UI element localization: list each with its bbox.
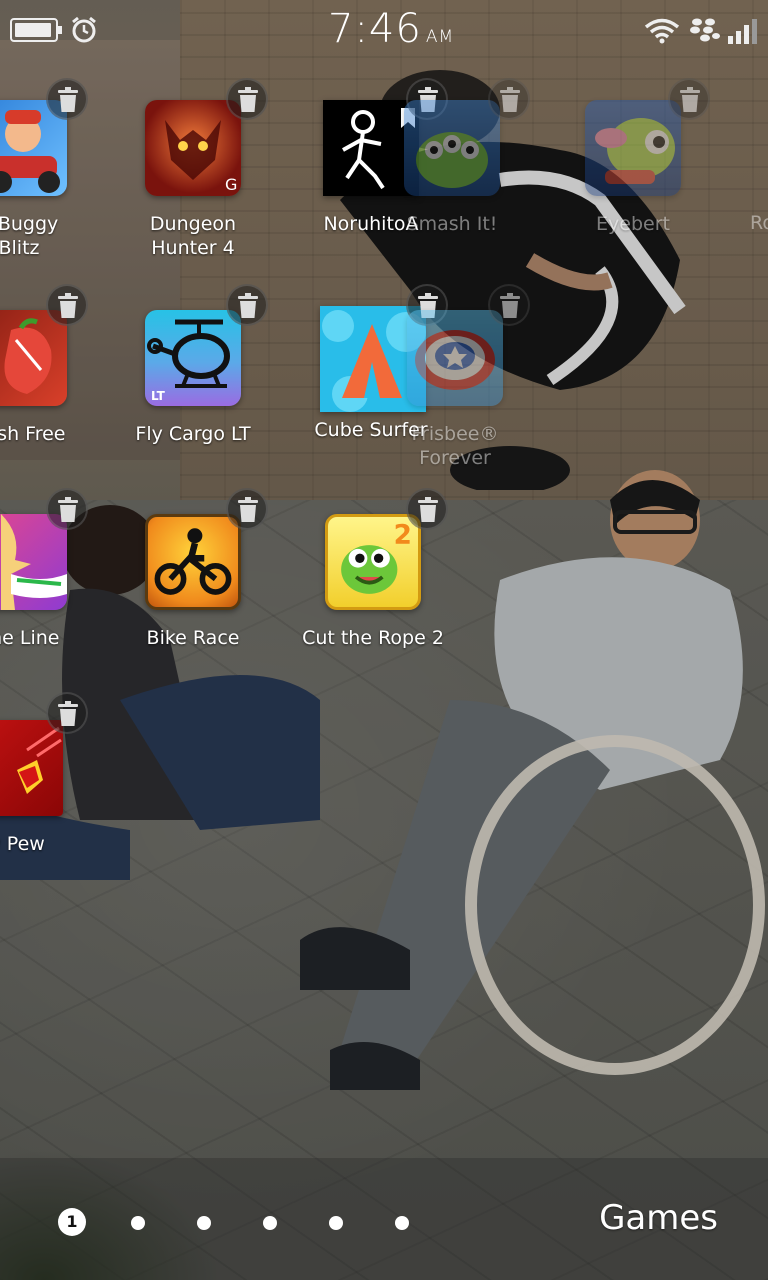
page-indicator-dot[interactable] xyxy=(131,1216,145,1230)
smash-it-icon xyxy=(404,100,500,196)
app-label: Bike Race xyxy=(146,627,240,649)
trash-icon xyxy=(58,87,78,112)
trash-icon xyxy=(58,293,78,318)
eyebert-icon xyxy=(585,100,681,196)
delete-app-button[interactable] xyxy=(668,78,710,120)
app-label: Smash It! xyxy=(406,213,498,235)
the-line-icon xyxy=(0,514,67,610)
delete-app-button[interactable] xyxy=(226,284,268,326)
delete-app-button[interactable] xyxy=(226,78,268,120)
wifi-icon xyxy=(644,18,680,44)
app-label[interactable]: Ro xyxy=(750,212,768,240)
page-indicator-dot[interactable] xyxy=(329,1216,343,1230)
trash-icon xyxy=(238,293,258,318)
svg-text:LT: LT xyxy=(151,389,166,403)
trash-icon xyxy=(58,701,78,726)
app-bike-race[interactable]: Bike Race xyxy=(118,514,268,664)
trash-icon xyxy=(418,497,438,522)
fruit-bash-icon xyxy=(0,310,67,406)
battery-level-fill xyxy=(15,23,51,37)
page-indicator-active[interactable]: 1 xyxy=(58,1208,86,1236)
app-cut-the-rope[interactable]: 2 Cut the Rope 2 xyxy=(298,514,448,664)
app-label: Eyebert xyxy=(596,213,670,235)
app-label: w Pew xyxy=(0,833,45,855)
app-label: Frisbee® Forever xyxy=(411,423,499,469)
bike-race-icon xyxy=(145,514,241,610)
clock-time: 7:46 xyxy=(328,6,422,52)
app-frisbee-forever[interactable]: Frisbee® Forever xyxy=(380,310,530,480)
app-smash-it[interactable]: Smash It! xyxy=(377,100,527,270)
app-dungeon-hunter[interactable]: G Dungeon Hunter 4 xyxy=(118,100,268,270)
trash-icon xyxy=(680,87,700,112)
signal-icon xyxy=(728,19,757,44)
delete-app-button[interactable] xyxy=(46,78,88,120)
page-indicator-dot[interactable] xyxy=(263,1216,277,1230)
frisbee-icon xyxy=(407,310,503,406)
delete-app-button[interactable] xyxy=(488,284,530,326)
trash-icon xyxy=(238,87,258,112)
trash-icon xyxy=(500,87,520,112)
pew-pew-icon xyxy=(0,720,63,816)
app-label: Cut the Rope 2 xyxy=(302,627,444,649)
dungeon-hunter-icon: G xyxy=(145,100,241,196)
delete-app-button[interactable] xyxy=(406,488,448,530)
delete-app-button[interactable] xyxy=(46,488,88,530)
trash-icon xyxy=(58,497,78,522)
alarm-icon xyxy=(72,16,96,43)
battery-icon xyxy=(10,18,62,42)
delete-app-button[interactable] xyxy=(488,78,530,120)
app-eyebert[interactable]: Eyebert xyxy=(558,100,708,270)
app-buggy-blitz[interactable]: n Buggy Blitz xyxy=(0,100,94,270)
app-fruit-bash[interactable]: Bash Free xyxy=(0,310,94,460)
blackberry-icon xyxy=(690,18,720,42)
fly-cargo-icon: LT xyxy=(145,310,241,406)
trash-icon xyxy=(238,497,258,522)
clock-ampm: AM xyxy=(425,27,455,47)
page-indicator-dot[interactable] xyxy=(197,1216,211,1230)
folder-name[interactable]: Games xyxy=(599,1198,718,1238)
delete-app-button[interactable] xyxy=(46,692,88,734)
delete-app-button[interactable] xyxy=(226,488,268,530)
app-the-line[interactable]: The Line xyxy=(0,514,94,664)
svg-text:2: 2 xyxy=(394,520,412,550)
trash-icon xyxy=(500,293,520,318)
app-fly-cargo[interactable]: LT Fly Cargo LT xyxy=(118,310,268,460)
cut-the-rope-icon: 2 xyxy=(325,514,421,610)
delete-app-button[interactable] xyxy=(46,284,88,326)
status-bar: 7:46 AM xyxy=(0,0,768,62)
status-clock: 7:46 AM xyxy=(328,6,454,52)
page-indicator-dot[interactable] xyxy=(395,1216,409,1230)
svg-text:G: G xyxy=(225,175,237,194)
app-pew-pew[interactable]: w Pew xyxy=(0,720,90,870)
